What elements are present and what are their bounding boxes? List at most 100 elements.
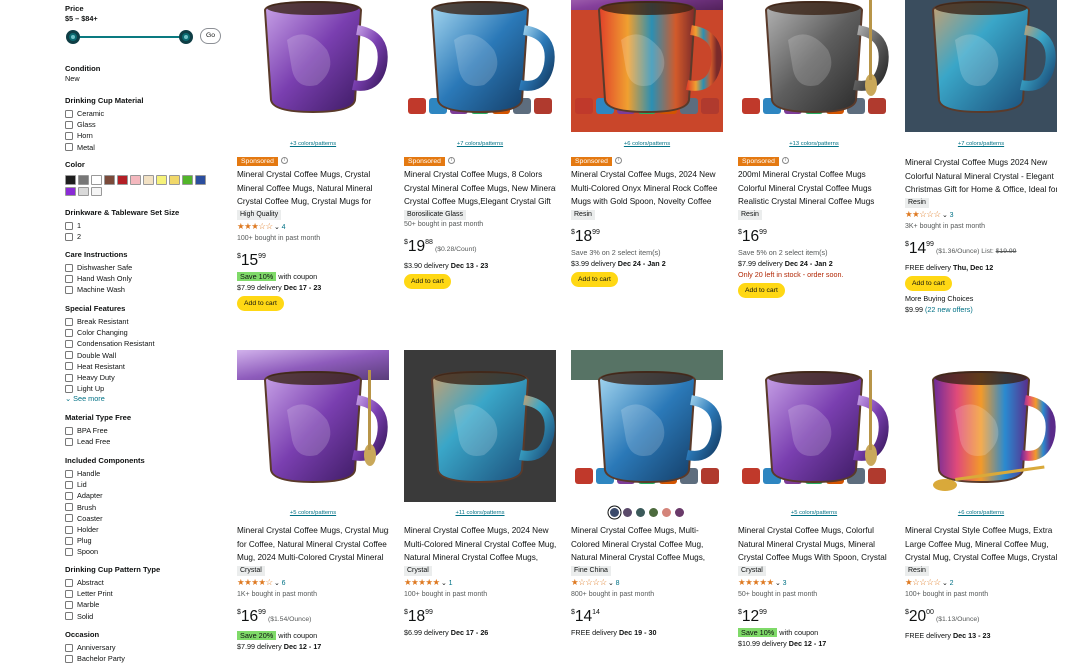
chevron-down-icon[interactable]: ⌄ bbox=[273, 224, 280, 231]
price[interactable]: $1699($1.54/Ounce) bbox=[237, 603, 389, 630]
color-dot[interactable] bbox=[675, 508, 684, 517]
product-card[interactable]: +13 colors/patterns Sponsored i 200ml Miner… bbox=[738, 0, 890, 340]
product-card[interactable]: +6 colors/patterns Mineral Crystal Style … bbox=[905, 350, 1057, 665]
coupon[interactable]: Save 10% with coupon bbox=[738, 627, 890, 638]
star-rating[interactable]: ★☆☆☆☆ bbox=[905, 577, 941, 587]
product-card[interactable]: +3 colors/patterns Sponsored i Mineral Crys… bbox=[237, 0, 389, 340]
price[interactable]: $1299 bbox=[738, 603, 890, 627]
product-title[interactable]: Mineral Crystal Style Coffee Mugs, Extra… bbox=[905, 524, 1057, 564]
chevron-down-icon[interactable]: ⌄ bbox=[941, 212, 948, 219]
product-title[interactable]: Mineral Crystal Coffee Mugs, 2024 New Mu… bbox=[571, 168, 723, 208]
price[interactable]: $1699 bbox=[738, 223, 890, 247]
coupon-text: with coupon bbox=[779, 628, 819, 637]
product-title[interactable]: Mineral Crystal Coffee Mugs, Crystal Min… bbox=[237, 168, 389, 208]
product-card[interactable]: +7 colors/patterns Sponsored i Mineral Crys… bbox=[404, 0, 556, 340]
color-dot[interactable] bbox=[623, 508, 632, 517]
review-count[interactable]: 4 bbox=[282, 224, 286, 231]
review-count[interactable]: 3 bbox=[783, 580, 787, 587]
color-dot[interactable] bbox=[649, 508, 658, 517]
save-offer[interactable]: Save 3% on 2 select item(s) bbox=[571, 247, 723, 258]
product-card[interactable]: +5 colors/patterns Mineral Crystal Coffee… bbox=[738, 350, 890, 665]
product-title[interactable]: Mineral Crystal Coffee Mugs, Multi-Color… bbox=[571, 524, 723, 564]
color-dots bbox=[571, 508, 723, 519]
chevron-down-icon[interactable]: ⌄ bbox=[941, 580, 948, 587]
review-count[interactable]: 1 bbox=[449, 580, 453, 587]
unit-price: ($1.13/Ounce) bbox=[935, 616, 980, 623]
more-offers[interactable]: $9.99 (22 new offers) bbox=[905, 304, 1057, 315]
color-patterns-link[interactable]: +3 colors/patterns bbox=[237, 141, 389, 147]
coupon[interactable]: Save 20% with coupon bbox=[237, 630, 389, 641]
info-icon[interactable]: i bbox=[614, 157, 622, 165]
coupon[interactable]: Save 10% with coupon bbox=[237, 271, 389, 282]
price[interactable]: $1899 bbox=[571, 223, 723, 247]
color-dot[interactable] bbox=[636, 508, 645, 517]
add-to-cart-button[interactable]: Add to cart bbox=[404, 274, 451, 289]
chevron-down-icon[interactable]: ⌄ bbox=[774, 580, 781, 587]
product-image[interactable] bbox=[571, 0, 723, 132]
color-dot[interactable] bbox=[610, 508, 619, 517]
info-icon[interactable]: i bbox=[447, 157, 455, 165]
product-card[interactable]: +5 colors/patterns Mineral Crystal Coffee… bbox=[237, 350, 389, 665]
product-card[interactable]: Mineral Crystal Coffee Mugs, Multi-Color… bbox=[571, 350, 723, 665]
color-patterns-link[interactable]: +11 colors/patterns bbox=[404, 510, 556, 516]
product-title[interactable]: Mineral Crystal Coffee Mugs, Colorful Na… bbox=[738, 524, 890, 564]
add-to-cart-button[interactable]: Add to cart bbox=[571, 272, 618, 287]
color-patterns-link[interactable]: +5 colors/patterns bbox=[738, 510, 890, 516]
review-count[interactable]: 8 bbox=[616, 580, 620, 587]
product-image[interactable] bbox=[738, 350, 890, 502]
add-to-cart-button[interactable]: Add to cart bbox=[237, 296, 284, 311]
save-offer[interactable]: Save 5% on 2 select item(s) bbox=[738, 247, 890, 258]
add-to-cart-button[interactable]: Add to cart bbox=[738, 283, 785, 298]
color-patterns-link[interactable]: +6 colors/patterns bbox=[905, 510, 1057, 516]
product-title[interactable]: Mineral Crystal Coffee Mugs 2024 New Col… bbox=[905, 156, 1057, 196]
review-count[interactable]: 6 bbox=[282, 580, 286, 587]
price[interactable]: $1499($1.36/Ounce) List: $19.99 bbox=[905, 235, 1057, 262]
product-card[interactable]: +7 colors/patterns Mineral Crystal Coffee… bbox=[905, 0, 1057, 340]
product-card[interactable]: +6 colors/patterns Sponsored i Mineral Crys… bbox=[571, 0, 723, 340]
product-card[interactable]: +11 colors/patterns Mineral Crystal Coffe… bbox=[404, 350, 556, 665]
product-title[interactable]: Mineral Crystal Coffee Mugs, 8 Colors Cr… bbox=[404, 168, 556, 208]
price[interactable]: $1414 bbox=[571, 603, 723, 627]
price[interactable]: $1899 bbox=[404, 603, 556, 627]
product-info: Mineral Crystal Style Coffee Mugs, Extra… bbox=[905, 524, 1057, 641]
delivery-info: $3.90 delivery Dec 13 - 23 bbox=[404, 261, 489, 270]
star-rating[interactable]: ★★★★★ bbox=[738, 577, 774, 587]
product-image-svg bbox=[237, 0, 389, 132]
star-rating[interactable]: ★☆☆☆☆ bbox=[571, 577, 607, 587]
price[interactable]: $1988($0.28/Count) bbox=[404, 233, 556, 260]
product-image[interactable] bbox=[404, 350, 556, 502]
product-image[interactable] bbox=[237, 350, 389, 502]
product-title[interactable]: Mineral Crystal Coffee Mugs, Crystal Mug… bbox=[237, 524, 389, 564]
review-count[interactable]: 2 bbox=[950, 580, 954, 587]
product-image[interactable] bbox=[738, 0, 890, 132]
add-to-cart-button[interactable]: Add to cart bbox=[905, 276, 952, 291]
info-icon[interactable]: i bbox=[280, 157, 288, 165]
color-patterns-link[interactable]: +7 colors/patterns bbox=[905, 141, 1057, 147]
product-image[interactable] bbox=[905, 0, 1057, 132]
color-dot[interactable] bbox=[662, 508, 671, 517]
color-patterns-link[interactable]: +6 colors/patterns bbox=[571, 141, 723, 147]
chevron-down-icon[interactable]: ⌄ bbox=[607, 580, 614, 587]
product-image[interactable] bbox=[404, 0, 556, 132]
delivery-info: $3.99 delivery Dec 24 - Jan 2 bbox=[571, 259, 666, 268]
product-title[interactable]: 200ml Mineral Crystal Coffee Mugs Colorf… bbox=[738, 168, 890, 208]
price[interactable]: $2000($1.13/Ounce) bbox=[905, 603, 1057, 630]
star-rating[interactable]: ★★☆☆☆ bbox=[905, 209, 941, 219]
chevron-down-icon[interactable]: ⌄ bbox=[440, 580, 447, 587]
info-icon[interactable]: i bbox=[781, 157, 789, 165]
color-patterns-link[interactable]: +7 colors/patterns bbox=[404, 141, 556, 147]
color-patterns-link[interactable]: +5 colors/patterns bbox=[237, 510, 389, 516]
product-image[interactable] bbox=[237, 0, 389, 132]
price[interactable]: $1599 bbox=[237, 247, 389, 271]
color-patterns-link[interactable]: +13 colors/patterns bbox=[738, 141, 890, 147]
product-image[interactable] bbox=[905, 350, 1057, 502]
star-rating[interactable]: ★★★★☆ bbox=[237, 577, 273, 587]
product-title[interactable]: Mineral Crystal Coffee Mugs, 2024 New Mu… bbox=[404, 524, 556, 564]
chevron-down-icon[interactable]: ⌄ bbox=[273, 580, 280, 587]
product-image[interactable] bbox=[571, 350, 723, 502]
review-count[interactable]: 3 bbox=[950, 212, 954, 219]
star-rating[interactable]: ★★★★★ bbox=[404, 577, 440, 587]
delivery-info: FREE delivery Thu, Dec 12 bbox=[905, 263, 994, 272]
star-rating[interactable]: ★★★☆☆ bbox=[237, 221, 273, 231]
sponsored-badge: Sponsored bbox=[571, 157, 612, 166]
